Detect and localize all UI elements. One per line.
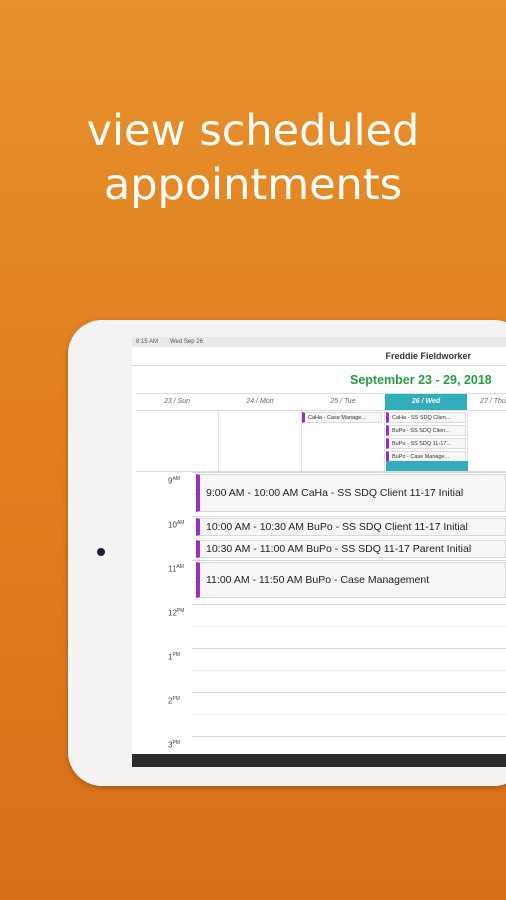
hour-label: 9AM (168, 476, 180, 486)
hour-label: 10AM (168, 520, 185, 530)
hour-label: 2PM (168, 696, 180, 706)
day-timeline[interactable]: 9AM 10AM 11AM 12PM 1PM 2PM 3PM 9:00 AM -… (132, 472, 506, 762)
allday-event-wed-3[interactable]: BuPo - SS SDQ 11-17... (386, 438, 466, 449)
hour-row: 1PM (132, 648, 506, 692)
status-bar: 8:15 AM Wed Sep 26 (132, 337, 506, 347)
tablet-screen: 8:15 AM Wed Sep 26 Freddie Fieldworker S… (132, 337, 506, 767)
allday-event-wed-2[interactable]: BuPo - SS SDQ Clien... (386, 425, 466, 436)
day-header-thu[interactable]: 27 / Thu (468, 394, 506, 410)
promo-headline: view scheduled appointments (0, 104, 506, 212)
user-name[interactable]: Freddie Fieldworker (385, 351, 471, 361)
date-range-title: September 23 - 29, 2018 (350, 373, 492, 387)
status-time: 8:15 AM (136, 339, 159, 345)
all-day-area: CaHa - Case Manage... CaHa - SS SDQ Clie… (136, 409, 506, 472)
status-date: Wed Sep 26 (170, 339, 203, 345)
camera-icon (97, 548, 105, 556)
hour-row: 12PM (132, 604, 506, 648)
hour-label: 11AM (168, 564, 184, 574)
hour-label: 12PM (168, 608, 185, 618)
hour-label: 1PM (168, 652, 180, 662)
app-bar: Freddie Fieldworker (132, 347, 506, 366)
event-11am[interactable]: 11:00 AM - 11:50 AM BuPo - Case Manageme… (196, 562, 506, 598)
event-1030am[interactable]: 10:30 AM - 11:00 AM BuPo - SS SDQ 11-17 … (196, 540, 506, 558)
hour-label: 3PM (168, 740, 180, 750)
day-header-sun[interactable]: 23 / Sun (136, 394, 218, 410)
headline-line-1: view scheduled (86, 106, 420, 156)
event-9am[interactable]: 9:00 AM - 10:00 AM CaHa - SS SDQ Client … (196, 474, 506, 512)
headline-line-2: appointments (103, 160, 403, 210)
allday-event-tue-1[interactable]: CaHa - Case Manage... (302, 412, 382, 423)
allday-event-wed-1[interactable]: CaHa - SS SDQ Clien... (386, 412, 466, 423)
event-10am[interactable]: 10:00 AM - 10:30 AM BuPo - SS SDQ Client… (196, 518, 506, 536)
bottom-bar (132, 754, 506, 767)
day-header-mon[interactable]: 24 / Mon (219, 394, 301, 410)
today-indicator (386, 461, 468, 471)
hour-row: 2PM (132, 692, 506, 736)
day-header-wed[interactable]: 26 / Wed (385, 394, 467, 410)
day-header-tue[interactable]: 25 / Tue (302, 394, 384, 410)
